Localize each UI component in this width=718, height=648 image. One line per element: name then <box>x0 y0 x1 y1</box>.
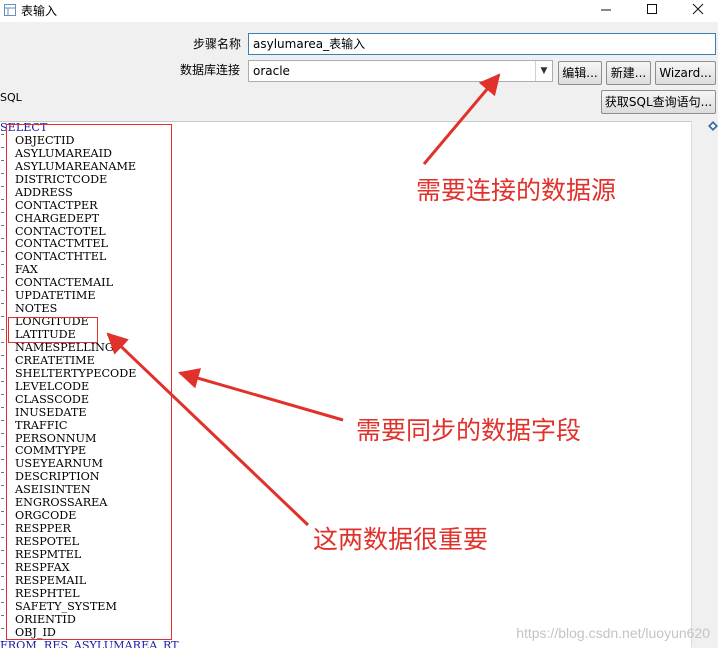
maximize-icon <box>646 3 658 15</box>
minimize-icon <box>600 3 612 15</box>
window-title: 表输入 <box>21 2 57 19</box>
new-button[interactable]: 新建... <box>606 61 651 85</box>
title-bar: 表输入 <box>0 0 718 22</box>
diamond-marker-icon <box>708 121 718 131</box>
vertical-scrollbar[interactable] <box>691 121 718 647</box>
lonlat-highlight-box <box>8 317 98 343</box>
sql-label: SQL <box>0 91 22 104</box>
close-icon <box>692 3 704 15</box>
connection-label: 数据库连接 <box>180 61 240 78</box>
table-input-icon <box>4 4 16 16</box>
connection-annotation: 需要连接的数据源 <box>416 171 616 207</box>
fields-highlight-box <box>6 124 172 640</box>
important-annotation: 这两数据很重要 <box>313 520 488 556</box>
edit-button[interactable]: 编辑... <box>558 61 602 85</box>
fields-annotation: 需要同步的数据字段 <box>356 411 581 447</box>
close-button[interactable] <box>675 0 718 20</box>
wizard-button[interactable]: Wizard... <box>655 61 716 85</box>
chevron-down-icon[interactable]: ▼ <box>535 61 552 81</box>
maximize-button[interactable] <box>629 0 675 20</box>
minimize-button[interactable] <box>583 0 629 20</box>
get-sql-button[interactable]: 获取SQL查询语句... <box>601 90 716 114</box>
step-name-input[interactable]: asylumarea_表输入 <box>248 33 716 55</box>
step-name-label: 步骤名称 <box>193 35 241 52</box>
watermark: https://blog.csdn.net/luoyun620 <box>516 625 710 641</box>
connection-select[interactable]: oracle ▼ <box>248 60 553 82</box>
connection-value: oracle <box>253 64 290 78</box>
